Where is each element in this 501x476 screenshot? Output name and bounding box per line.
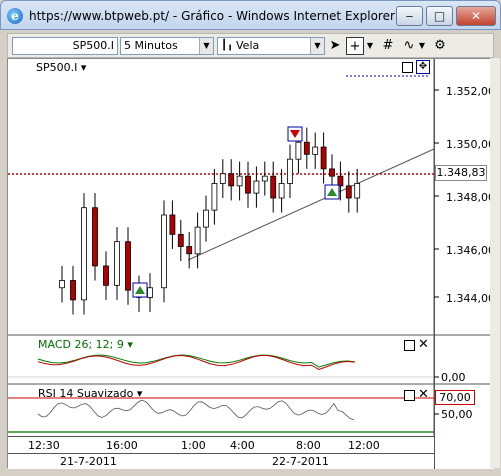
chart-type-value: Vela — [236, 39, 260, 52]
y-tick-label: 1.346,00 — [446, 244, 495, 257]
candle-body — [329, 168, 335, 177]
chart-canvas[interactable] — [8, 59, 495, 469]
chevron-down-icon: ▼ — [199, 38, 213, 54]
scrollbar[interactable] — [490, 58, 500, 468]
maximize-button[interactable]: □ — [426, 6, 453, 26]
ie-logo-icon: e — [7, 8, 23, 24]
candle-body — [270, 175, 277, 199]
chevron-down-icon[interactable]: ▼ — [365, 37, 375, 55]
minimize-button[interactable]: ‒ — [396, 6, 423, 26]
rsi-y-tick: 50,00 — [441, 408, 473, 421]
candle-body — [114, 241, 120, 286]
date-tick: 21-7-2011 — [60, 455, 117, 468]
symbol-input[interactable]: SP500.I — [12, 37, 118, 55]
date-tick: 22-7-2011 — [272, 455, 329, 468]
candle-body — [303, 141, 310, 155]
candle-body — [92, 207, 98, 267]
trend-line — [187, 148, 435, 261]
macd-y-tick: 0,00 — [441, 371, 466, 384]
candle-body — [81, 207, 87, 301]
candle-body — [354, 183, 361, 199]
candle-body — [253, 180, 260, 194]
candle-body — [287, 158, 293, 184]
candle-body — [70, 280, 76, 301]
candle-body — [278, 183, 285, 199]
rsi-level-tag: 70,00 — [435, 390, 475, 405]
maximize-panel-icon[interactable] — [404, 340, 415, 351]
grid-icon[interactable]: # — [380, 37, 396, 55]
maximize-panel-icon[interactable] — [402, 62, 413, 73]
time-tick: 4:00 — [230, 439, 255, 452]
candle-body — [186, 246, 193, 255]
y-tick-label: 1.350,00 — [446, 138, 495, 151]
time-tick: 12:00 — [348, 439, 380, 452]
indicator-icon[interactable]: ∿ — [401, 37, 417, 55]
chart-type-select[interactable]: ┃╻ Vela ▼ — [217, 37, 325, 55]
window-title: https://www.btpweb.pt/ - Gráfico - Windo… — [29, 9, 395, 23]
candle-body — [295, 141, 302, 160]
candle-body — [177, 233, 184, 247]
crosshair-icon[interactable]: + — [346, 37, 364, 55]
candle-icon: ┃╻ — [221, 40, 234, 51]
candle-body — [320, 146, 327, 170]
candle-body — [219, 173, 226, 184]
rsi-line — [37, 399, 355, 421]
close-panel-icon[interactable]: ✕ — [418, 388, 429, 401]
candle-body — [236, 175, 243, 187]
candle-body — [161, 214, 167, 289]
chevron-down-icon: ▼ — [310, 38, 324, 54]
chevron-down-icon[interactable]: ▼ — [417, 37, 427, 55]
candle-body — [261, 175, 268, 182]
candle-body — [125, 241, 131, 291]
candle-body — [312, 146, 319, 155]
candle-body — [245, 175, 251, 194]
title-bar: e https://www.btpweb.pt/ - Gráfico - Win… — [0, 0, 501, 30]
close-button[interactable]: ✕ — [456, 6, 496, 26]
date-axis: 21-7-2011 22-7-2011 — [8, 453, 434, 469]
close-panel-icon[interactable]: ✕ — [418, 338, 429, 351]
y-tick-label: 1.348,00 — [446, 191, 495, 204]
candle-body — [211, 183, 218, 211]
candle-body — [59, 280, 65, 289]
candle-body — [147, 287, 153, 298]
interval-value: 5 Minutos — [124, 39, 178, 52]
candle-body — [337, 175, 344, 187]
time-axis: 12:30 16:00 1:00 4:00 8:00 12:00 — [8, 436, 434, 453]
time-tick: 16:00 — [106, 439, 138, 452]
maximize-panel-icon[interactable] — [404, 390, 415, 401]
settings-icon[interactable]: ✥ — [416, 60, 430, 74]
settings-icon[interactable]: ⚙ — [432, 37, 448, 55]
candle-body — [345, 185, 352, 199]
interval-select[interactable]: 5 Minutos ▼ — [120, 37, 214, 55]
candle-body — [103, 265, 109, 286]
current-price-tag: 1.348,83 — [435, 165, 487, 181]
chart-toolbar: SP500.I 5 Minutos ▼ ┃╻ Vela ▼ ➤ + ▼ # ∿ … — [7, 33, 494, 58]
browser-window: e https://www.btpweb.pt/ - Gráfico - Win… — [0, 0, 501, 476]
candle-body — [203, 209, 209, 228]
rsi-panel-label[interactable]: RSI 14 Suavizado ▾ — [38, 387, 142, 400]
time-tick: 1:00 — [181, 439, 206, 452]
time-tick: 8:00 — [296, 439, 321, 452]
macd-panel-label[interactable]: MACD 26; 12; 9 ▾ — [38, 338, 133, 351]
y-tick-label: 1.352,00 — [446, 85, 495, 98]
candle-body — [169, 214, 176, 235]
candle-body — [194, 226, 201, 255]
main-panel-label[interactable]: SP500.I ▾ — [36, 61, 86, 74]
candle-body — [228, 173, 235, 187]
pointer-icon[interactable]: ➤ — [328, 37, 342, 55]
time-tick: 12:30 — [28, 439, 60, 452]
y-tick-label: 1.344,00 — [446, 292, 495, 305]
chart-area[interactable]: SP500.I ▾ ✥ 1.352,00 1.350,00 1.348,00 1… — [7, 58, 495, 469]
